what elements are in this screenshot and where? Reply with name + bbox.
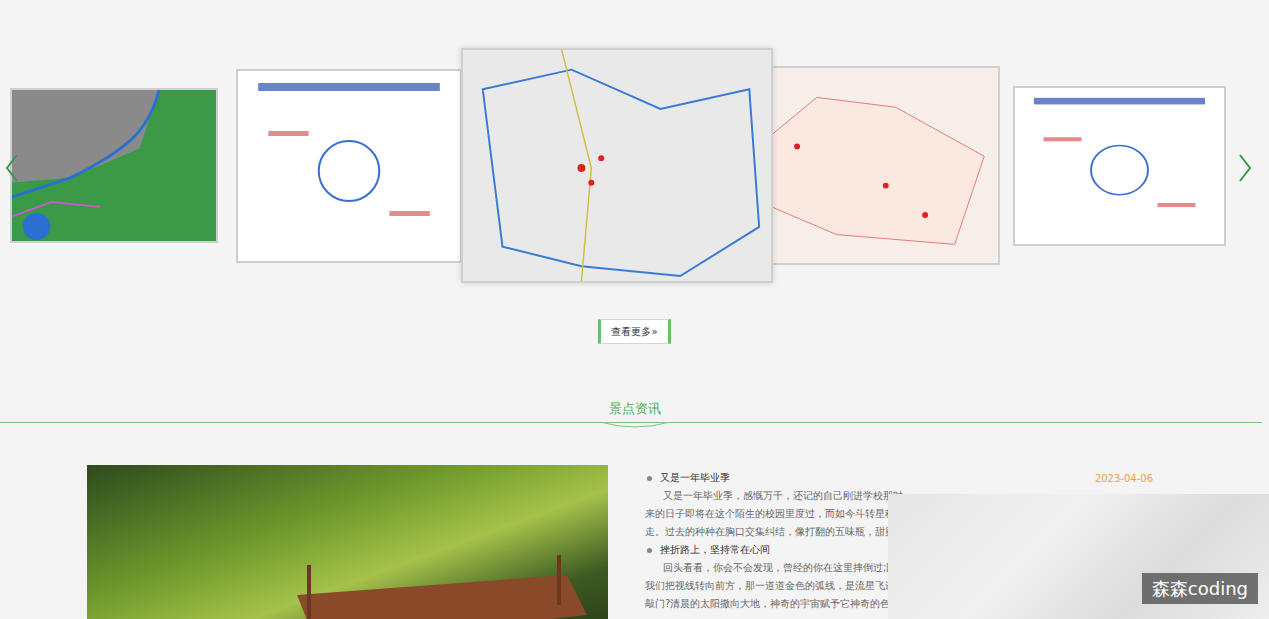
watermark: 森森coding bbox=[1142, 573, 1258, 604]
map-image-icon bbox=[463, 50, 771, 281]
carousel-slide[interactable] bbox=[1013, 86, 1226, 246]
next-button[interactable] bbox=[1235, 153, 1255, 183]
section-title: 景点资讯 bbox=[609, 400, 661, 418]
carousel-slide[interactable] bbox=[461, 48, 773, 283]
map-image-icon bbox=[738, 68, 998, 263]
bullet-dot bbox=[647, 476, 652, 481]
map-image-icon bbox=[1015, 88, 1224, 244]
bridge-photo-icon bbox=[87, 465, 608, 619]
carousel-slide[interactable] bbox=[236, 69, 462, 263]
section-divider bbox=[0, 422, 1262, 423]
map-image-icon bbox=[12, 90, 216, 241]
divider-arc-icon bbox=[600, 422, 670, 430]
news-head: 又是一年毕业季2023-04-06 bbox=[645, 469, 1155, 487]
news-photo bbox=[87, 465, 608, 619]
page: 查看更多»景点资讯又是一年毕业季2023-04-06又是一年毕业季，感慨万千，还… bbox=[0, 0, 1269, 619]
carousel bbox=[0, 48, 1269, 283]
chevron-left-icon bbox=[5, 153, 19, 183]
carousel-slide[interactable] bbox=[10, 88, 218, 243]
news-title[interactable]: 又是一年毕业季 bbox=[660, 471, 1095, 485]
section-header: 景点资讯 bbox=[0, 400, 1269, 430]
carousel-slide[interactable] bbox=[736, 66, 1000, 265]
map-image-icon bbox=[238, 71, 460, 261]
blurred-overlay: 森森coding bbox=[888, 494, 1269, 619]
prev-button[interactable] bbox=[2, 153, 22, 183]
more-button[interactable]: 查看更多» bbox=[598, 319, 670, 344]
chevron-right-icon bbox=[1238, 153, 1252, 183]
more-row: 查看更多» bbox=[0, 319, 1269, 344]
bullet-dot bbox=[647, 548, 652, 553]
news-date: 2023-04-06 bbox=[1095, 473, 1153, 484]
